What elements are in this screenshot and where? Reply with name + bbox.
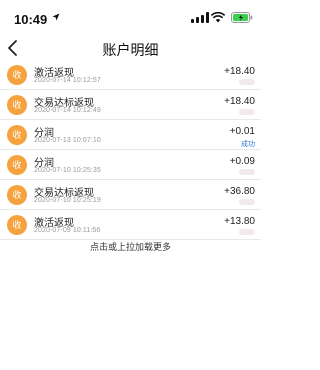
record-list: 收 激活返现 2020-07-14 10:12:57 +18.40 收 交易达标… (0, 60, 261, 240)
blurred-status (239, 109, 255, 115)
list-item[interactable]: 收 激活返现 2020-07-14 10:12:57 +18.40 (0, 60, 261, 90)
income-badge: 收 (7, 185, 27, 205)
record-amount: +18.40 (224, 96, 255, 107)
record-date: 2020-07-10 10:25:35 (34, 167, 101, 174)
record-amount: +18.40 (224, 66, 255, 77)
wifi-icon (211, 12, 225, 23)
list-item[interactable]: 收 交易达标返现 2020-07-14 10:12:49 +18.40 (0, 90, 261, 120)
record-status: 成功 (241, 141, 255, 148)
list-item[interactable]: 收 分润 2020-07-13 10:07:10 +0.01 成功 (0, 120, 261, 150)
blurred-status (239, 169, 255, 175)
battery-icon (231, 12, 253, 23)
income-badge: 收 (7, 95, 27, 115)
list-item[interactable]: 收 激活返现 2020-07-09 10:11:56 +13.80 (0, 210, 261, 240)
record-amount: +13.80 (224, 216, 255, 227)
load-more-button[interactable]: 点击或上拉加载更多 (0, 240, 261, 253)
blurred-status (239, 229, 255, 235)
record-date: 2020-07-14 10:12:57 (34, 77, 101, 84)
income-badge: 收 (7, 125, 27, 145)
income-badge: 收 (7, 215, 27, 235)
record-date: 2020-07-10 10:25:19 (34, 197, 101, 204)
record-amount: +36.80 (224, 186, 255, 197)
record-amount: +0.09 (229, 156, 255, 167)
list-item[interactable]: 收 分润 2020-07-10 10:25:35 +0.09 (0, 150, 261, 180)
page-title: 账户明细 (102, 42, 159, 58)
record-date: 2020-07-09 10:11:56 (34, 227, 101, 234)
signal-icon (191, 12, 209, 23)
income-badge: 收 (7, 155, 27, 175)
blurred-status (239, 199, 255, 205)
record-amount: +0.01 (229, 126, 255, 137)
status-time: 10:49 (14, 12, 48, 27)
income-badge: 收 (7, 65, 27, 85)
list-item[interactable]: 收 交易达标返现 2020-07-10 10:25:19 +36.80 (0, 180, 261, 210)
record-date: 2020-07-14 10:12:49 (34, 107, 101, 114)
record-date: 2020-07-13 10:07:10 (34, 137, 101, 144)
nav-bar: 账户明细 (0, 34, 261, 62)
blurred-status (239, 79, 255, 85)
location-arrow-icon (52, 13, 60, 21)
